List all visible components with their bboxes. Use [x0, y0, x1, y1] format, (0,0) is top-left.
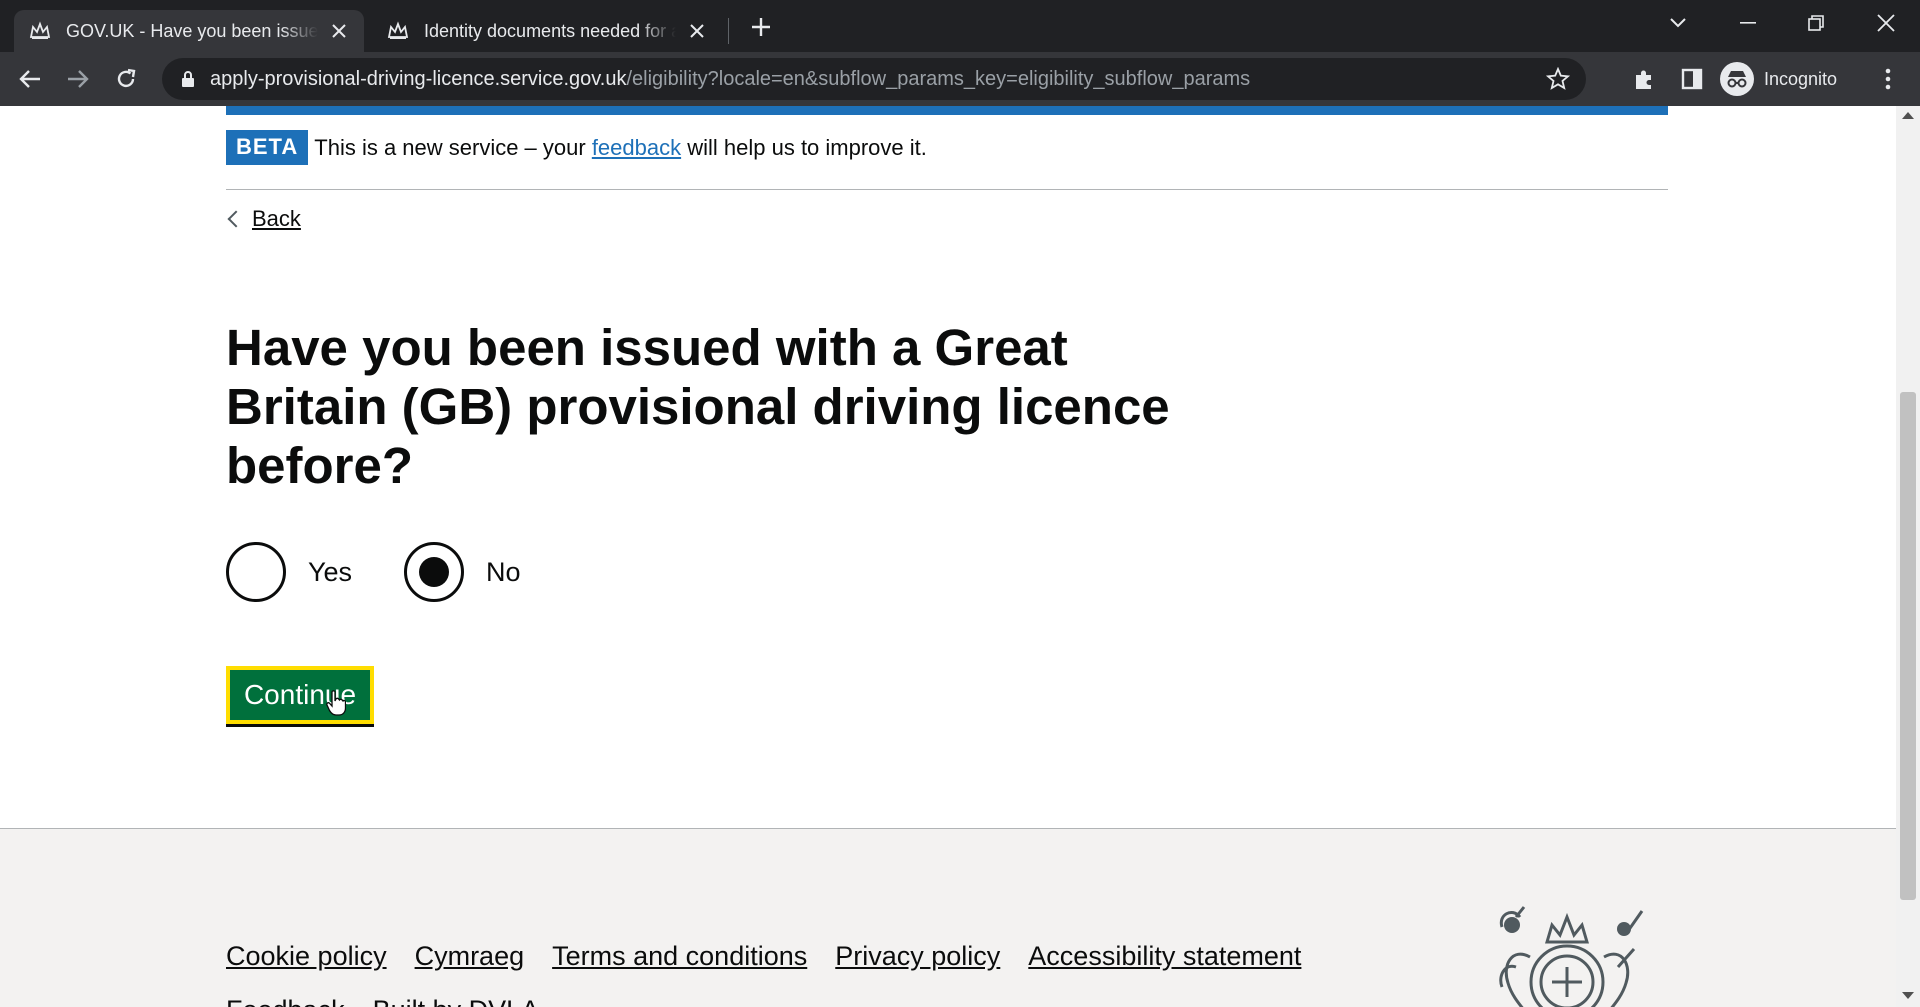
- feedback-link[interactable]: feedback: [592, 135, 681, 160]
- close-tab-icon[interactable]: [328, 20, 350, 42]
- page-footer: Cookie policy Cymraeg Terms and conditio…: [0, 828, 1896, 1007]
- back-link-label: Back: [252, 206, 301, 231]
- url-text: apply-provisional-driving-licence.servic…: [210, 68, 1250, 91]
- browser-toolbar: apply-provisional-driving-licence.servic…: [0, 52, 1920, 106]
- chevron-left-icon: [227, 210, 245, 228]
- reload-icon[interactable]: [108, 61, 144, 97]
- close-window-icon[interactable]: [1866, 6, 1906, 40]
- close-tab-icon[interactable]: [686, 20, 708, 42]
- side-panel-icon[interactable]: [1678, 65, 1706, 93]
- continue-button[interactable]: Continue: [226, 666, 374, 724]
- beta-tag: BETA: [226, 130, 309, 165]
- scroll-down-arrow-icon[interactable]: [1902, 992, 1914, 999]
- profile-label: Incognito: [1764, 68, 1838, 89]
- scroll-up-arrow-icon[interactable]: [1902, 112, 1914, 119]
- url-host: apply-provisional-driving-licence.servic…: [210, 67, 627, 90]
- beta-banner-text: This is a new service – your feedback wi…: [314, 130, 927, 161]
- restore-window-icon[interactable]: [1796, 6, 1836, 40]
- radio-yes-label[interactable]: Yes: [308, 557, 352, 588]
- incognito-icon: [1720, 62, 1754, 96]
- page-viewport: BETA This is a new service – your feedba…: [0, 106, 1896, 1007]
- bookmark-star-icon[interactable]: [1545, 66, 1571, 91]
- browser-tab-bar: GOV.UK - Have you been issued with a Gre…: [0, 0, 1920, 52]
- back-link[interactable]: Back: [226, 206, 301, 232]
- radio-no-circle[interactable]: [404, 542, 465, 602]
- tab-search-chevron-down-icon[interactable]: [1658, 6, 1698, 40]
- tab-separator: [728, 18, 729, 44]
- back-arrow-icon[interactable]: [12, 61, 48, 97]
- govuk-header-blue-bar: [226, 106, 1668, 115]
- royal-coat-of-arms-icon: [1499, 906, 1644, 1007]
- page-title: Have you been issued with a Great Britai…: [226, 319, 1170, 494]
- footer-link-feedback[interactable]: Feedback: [226, 995, 345, 1007]
- radio-no-label[interactable]: No: [486, 557, 521, 588]
- radio-selected-dot: [419, 557, 450, 587]
- lock-icon[interactable]: [178, 70, 198, 88]
- radio-no[interactable]: No: [404, 542, 521, 602]
- radio-yes-circle[interactable]: [226, 542, 286, 602]
- address-bar[interactable]: apply-provisional-driving-licence.servic…: [162, 58, 1586, 100]
- footer-link-privacy[interactable]: Privacy policy: [835, 941, 1000, 972]
- footer-links-row2: Feedback Built by DVLA: [226, 995, 567, 1007]
- radio-yes[interactable]: Yes: [226, 542, 352, 602]
- footer-link-accessibility[interactable]: Accessibility statement: [1028, 941, 1301, 972]
- footer-link-cymraeg[interactable]: Cymraeg: [415, 941, 525, 972]
- footer-links: Cookie policy Cymraeg Terms and conditio…: [226, 941, 1329, 972]
- footer-link-terms[interactable]: Terms and conditions: [552, 941, 807, 972]
- forward-arrow-icon[interactable]: [60, 61, 96, 97]
- browser-menu-icon[interactable]: [1874, 65, 1902, 93]
- tab-identity-documents[interactable]: Identity documents needed for a driving …: [372, 10, 722, 52]
- footer-built-by: Built by DVLA: [373, 995, 540, 1007]
- tab-active[interactable]: GOV.UK - Have you been issued with a Gre…: [14, 10, 364, 52]
- extensions-puzzle-icon[interactable]: [1630, 65, 1658, 93]
- footer-link-cookie-policy[interactable]: Cookie policy: [226, 941, 387, 972]
- tab-title: GOV.UK - Have you been issued with a Gre…: [66, 20, 318, 41]
- beta-text-after: will help us to improve it.: [681, 135, 927, 160]
- hand-pointer-cursor-icon: [326, 690, 346, 716]
- new-tab-plus-icon[interactable]: [746, 12, 776, 42]
- page-scrollbar[interactable]: [1896, 106, 1920, 1007]
- crown-favicon-icon: [28, 19, 52, 43]
- phase-banner: BETA This is a new service – your feedba…: [226, 130, 1668, 190]
- tab-title: Identity documents needed for a driving …: [424, 20, 676, 41]
- radio-group: Yes No: [226, 542, 573, 602]
- minimize-window-icon[interactable]: [1728, 6, 1768, 40]
- crown-favicon-icon: [386, 19, 410, 43]
- beta-text-before: This is a new service – your: [314, 135, 592, 160]
- scrollbar-thumb[interactable]: [1900, 392, 1916, 900]
- url-path: /eligibility?locale=en&subflow_params_ke…: [626, 67, 1251, 90]
- incognito-profile-button[interactable]: Incognito: [1720, 58, 1837, 100]
